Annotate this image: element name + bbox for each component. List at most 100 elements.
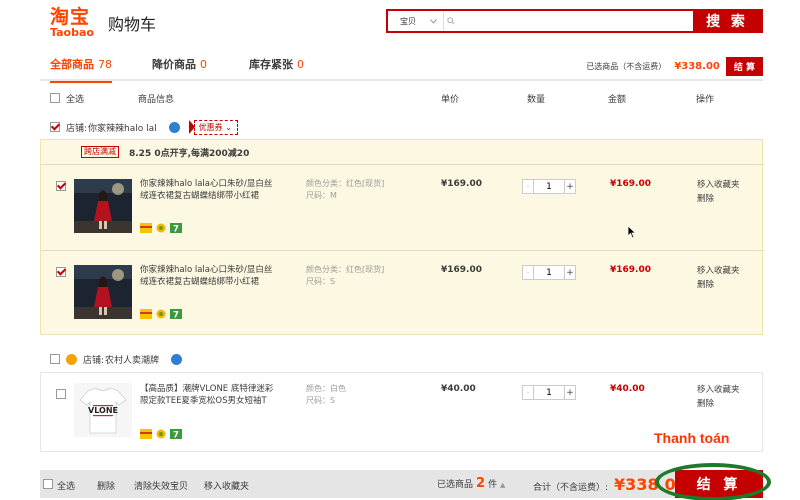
shop-label: 店铺: (66, 123, 88, 134)
service-badges: 7 (140, 223, 185, 233)
unit-price: ¥169.00 (441, 179, 482, 189)
footer-move-fav-link[interactable]: 移入收藏夹 (204, 479, 249, 492)
tab-price-drop[interactable]: 降价商品 0 (152, 56, 207, 81)
item-title[interactable]: 你家辣辣halo lala心口朱砂/显白丝绒连衣裙复古蝴蝶结绑带小红裙 (140, 178, 280, 202)
mouse-cursor-icon (627, 225, 637, 239)
seven-day-return-icon: 7 (170, 309, 182, 319)
header-qty: 数量 (527, 95, 546, 105)
item-sku: 颜色分类：红色[现货] 尺码：S (306, 264, 384, 288)
logo-en: Taobao (50, 26, 94, 39)
credit-card-badge-icon (140, 223, 152, 233)
move-to-favorites-link[interactable]: 移入收藏夹 (697, 264, 740, 278)
shop-row: 店铺: 你家辣辣halo lal 优惠券 ⌄ (50, 119, 244, 135)
sku-color: 颜色分类：红色[现货] (306, 179, 385, 188)
crown-icon (66, 353, 77, 365)
shop-checkbox[interactable] (50, 122, 60, 132)
selected-count: 2 (476, 476, 486, 491)
promo-badge: 跨店满减 (81, 146, 119, 158)
move-to-favorites-link[interactable]: 移入收藏夹 (697, 178, 740, 192)
checkout-button[interactable]: 结 算 (675, 470, 763, 498)
cart-item: 你家辣辣halo lala心口朱砂/显白丝绒连衣裙复古蝴蝶结绑带小红裙 7 颜色… (41, 250, 764, 335)
tab-label: 降价商品 (152, 58, 196, 71)
wangwang-chat-icon[interactable] (168, 121, 180, 133)
shop-label: 店铺: (83, 355, 105, 366)
footer-clear-invalid-link[interactable]: 清除失效宝贝 (134, 479, 188, 492)
tab-count: 78 (98, 58, 112, 71)
tab-count: 0 (200, 58, 207, 71)
item-amount: ¥40.00 (610, 384, 645, 394)
item-checkbox[interactable] (56, 181, 66, 191)
select-all-checkbox[interactable] (50, 93, 60, 103)
service-badges: 7 (140, 309, 185, 319)
shop-owner[interactable]: 农村人卖潮牌 (105, 353, 159, 366)
search-category-label: 宝贝 (400, 16, 416, 26)
wangwang-chat-icon[interactable] (171, 353, 183, 365)
total-label: 合计（不含运费）: (533, 483, 609, 493)
shop-checkbox[interactable] (50, 354, 60, 364)
svg-text:VLONE: VLONE (88, 406, 118, 415)
qty-minus-button[interactable]: - (522, 385, 534, 400)
qty-plus-button[interactable]: + (564, 179, 576, 194)
product-thumbnail[interactable] (74, 265, 132, 319)
footer-select-all-label[interactable]: 全选 (57, 479, 75, 492)
item-sku: 颜色分类：红色[现货] 尺码：M (306, 178, 384, 202)
header-amount: 金额 (608, 95, 627, 105)
search-bar: 宝贝 搜 索 (386, 9, 763, 33)
checkout-annotation: Thanh toán (654, 430, 730, 446)
tab-label: 全部商品 (50, 58, 94, 71)
promo-row: 跨店满减 8.25 0点开亨,每满200减20 (81, 146, 250, 159)
yellow-badge-icon (156, 223, 166, 233)
item-checkbox[interactable] (56, 389, 66, 399)
cart-item: 你家辣辣halo lala心口朱砂/显白丝绒连衣裙复古蝴蝶结绑带小红裙 7 颜色… (41, 164, 764, 249)
delete-link[interactable]: 删除 (697, 278, 740, 292)
qty-plus-button[interactable]: + (564, 385, 576, 400)
select-all-header[interactable]: 全选 (50, 92, 84, 105)
quantity-stepper: - + (522, 385, 576, 400)
footer-select-all-checkbox[interactable] (43, 479, 53, 489)
coupon-dropdown[interactable]: 优惠券 ⌄ (188, 119, 238, 135)
search-button[interactable]: 搜 索 (693, 11, 761, 31)
svg-text:7: 7 (173, 225, 179, 234)
tab-all-items[interactable]: 全部商品 78 (50, 56, 112, 83)
qty-plus-button[interactable]: + (564, 265, 576, 280)
search-input[interactable] (458, 11, 693, 31)
sku-size: 尺码：S (306, 396, 336, 405)
tab-label: 库存紧张 (249, 58, 293, 71)
unit-price: ¥169.00 (441, 265, 482, 275)
svg-text:7: 7 (173, 311, 179, 320)
seven-day-return-icon: 7 (170, 429, 182, 439)
item-title[interactable]: 你家辣辣halo lala心口朱砂/显白丝绒连衣裙复古蝴蝶结绑带小红裙 (140, 264, 280, 288)
cart-tabs: 全部商品 78 降价商品 0 库存紧张 0 已选商品（不含运费） ¥338.00 结 … (40, 56, 763, 83)
product-thumbnail[interactable] (74, 179, 132, 233)
selected-summary-label: 已选商品（不含运费） (586, 62, 667, 71)
footer-delete-link[interactable]: 删除 (97, 479, 115, 492)
promo-text: 8.25 0点开亨,每满200减20 (129, 148, 250, 159)
cart-footer-bar: 全选 删除 清除失效宝贝 移入收藏夹 已选商品 2 件 ▲ 合计（不含运费）: ¥33… (40, 470, 763, 498)
caret-up-icon[interactable]: ▲ (500, 481, 505, 489)
tab-low-stock[interactable]: 库存紧张 0 (249, 56, 304, 81)
unit-price: ¥40.00 (441, 384, 476, 394)
move-to-favorites-link[interactable]: 移入收藏夹 (697, 383, 740, 397)
qty-input[interactable] (534, 385, 564, 400)
item-ops: 移入收藏夹 删除 (697, 383, 740, 411)
credit-card-badge-icon (140, 429, 152, 439)
chevron-down-icon: ⌄ (225, 122, 232, 132)
search-category-select[interactable]: 宝贝 (388, 11, 444, 31)
qty-input[interactable] (534, 179, 564, 194)
taobao-logo[interactable]: 淘宝 Taobao (50, 7, 105, 39)
sku-color: 颜色：白色 (306, 384, 346, 393)
svg-text:7: 7 (173, 431, 179, 440)
delete-link[interactable]: 删除 (697, 192, 740, 206)
delete-link[interactable]: 删除 (697, 397, 740, 411)
item-checkbox[interactable] (56, 267, 66, 277)
item-title[interactable]: 【高品质】潮牌VLONE 底特律迷彩限定款TEE夏季宽松OS男女短袖T (140, 383, 280, 407)
qty-input[interactable] (534, 265, 564, 280)
shop-owner[interactable]: 你家辣辣halo lal (88, 121, 157, 134)
sku-size: 尺码：S (306, 277, 336, 286)
qty-minus-button[interactable]: - (522, 179, 534, 194)
sku-color: 颜色分类：红色[现货] (306, 265, 385, 274)
mini-checkout-button[interactable]: 结 算 (725, 57, 763, 76)
qty-minus-button[interactable]: - (522, 265, 534, 280)
logo-cn: 淘宝 (50, 6, 91, 28)
product-thumbnail[interactable]: VLONE (74, 383, 132, 437)
